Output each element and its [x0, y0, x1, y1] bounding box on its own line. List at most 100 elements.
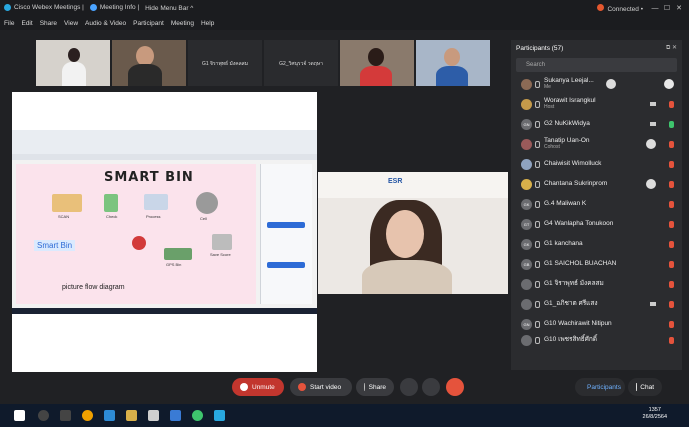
- mic-muted-icon[interactable]: [669, 336, 674, 344]
- save-score-image: [212, 234, 232, 250]
- participant-row[interactable]: Chaiwisit Wimolluck: [511, 154, 682, 174]
- menu-audio-video[interactable]: Audio & Video: [85, 20, 126, 27]
- participant-body: [436, 66, 468, 86]
- windows-start-icon[interactable]: [14, 410, 25, 421]
- webex-taskbar-icon[interactable]: [214, 410, 225, 421]
- chrome-icon[interactable]: [82, 410, 93, 421]
- bin-image: [132, 236, 146, 250]
- participants-panel: Participants (57) ⧉ ✕ Search Sukanya Lee…: [511, 40, 682, 370]
- file-explorer-icon[interactable]: [126, 410, 137, 421]
- participant-row[interactable]: G1_อภิชาต ศรีแสง: [511, 294, 682, 314]
- mic-active-icon[interactable]: [669, 120, 674, 128]
- connection-status[interactable]: Connected •: [597, 3, 643, 13]
- participant-row[interactable]: GK G.4 Maliwan K: [511, 194, 682, 214]
- mic-muted-icon[interactable]: [669, 180, 674, 188]
- mic-muted-icon[interactable]: [669, 100, 674, 108]
- reactions-button[interactable]: [400, 378, 418, 396]
- participant-name: G1_อภิชาต ศรีแสง: [544, 299, 598, 307]
- participant-row[interactable]: Chantana Sukrinprom: [511, 174, 682, 194]
- participant-row[interactable]: G1 จิราพุทธ์ มังคลสม: [511, 274, 682, 294]
- node-scan: SCAN: [58, 214, 70, 219]
- meeting-info-button[interactable]: Meeting Info |: [89, 4, 139, 12]
- start-video-button[interactable]: Start video: [290, 378, 352, 396]
- video-thumbnail[interactable]: [340, 40, 414, 86]
- unmute-button[interactable]: Unmute: [232, 378, 284, 396]
- side-panel-button[interactable]: [267, 262, 305, 268]
- edge-icon[interactable]: [104, 410, 115, 421]
- participant-row[interactable]: GN G2 NuKikWidya: [511, 114, 682, 134]
- shared-powerpoint-window: SMART BIN SCAN Check Process Cell GPS Bi…: [12, 130, 317, 314]
- video-thumbnail[interactable]: [112, 40, 186, 86]
- mic-muted-icon[interactable]: [669, 320, 674, 328]
- video-thumbnail[interactable]: G2_วิศนุรวจ์ วดฤษา: [264, 40, 338, 86]
- participant-name: G.4 Maliwan K: [544, 199, 587, 207]
- participant-video: [368, 48, 384, 66]
- participant-row[interactable]: Sukanya Leejal... Me: [511, 74, 682, 94]
- app-icon[interactable]: [170, 410, 181, 421]
- hide-menu-bar-button[interactable]: Hide Menu Bar ^: [145, 5, 193, 12]
- menu-view[interactable]: View: [64, 20, 78, 27]
- mic-muted-icon[interactable]: [669, 140, 674, 148]
- node-gps: GPS Bin: [166, 262, 182, 267]
- side-panel-button[interactable]: [267, 222, 305, 228]
- avatar: [521, 278, 532, 290]
- mic-muted-icon[interactable]: [669, 220, 674, 228]
- panel-options-icon[interactable]: ⧉ ✕: [666, 44, 677, 52]
- participant-row[interactable]: Worawit Israngkul Host: [511, 94, 682, 114]
- mic-muted-icon[interactable]: [669, 280, 674, 288]
- mic-muted-icon[interactable]: [669, 160, 674, 168]
- participant-row[interactable]: GB G1 SAICHOL BUACHAN: [511, 254, 682, 274]
- slide-subtitle: picture flow diagram: [62, 284, 125, 291]
- mic-icon: [535, 320, 540, 328]
- participant-body: [360, 66, 392, 86]
- leave-meeting-button[interactable]: [446, 378, 464, 396]
- minimize-button[interactable]: —: [649, 5, 661, 12]
- menu-help[interactable]: Help: [201, 20, 214, 27]
- shared-taskbar: [12, 308, 317, 314]
- participant-row[interactable]: GK G1 kanchana: [511, 234, 682, 254]
- video-thumbnail[interactable]: G1 จิราพุทธ์ มังคลสม: [188, 40, 262, 86]
- ppt-toolbar: [12, 154, 317, 160]
- participant-name: Sukanya Leejal...: [544, 76, 594, 84]
- mute-icon[interactable]: [664, 79, 674, 89]
- active-speaker-video[interactable]: ESR: [318, 172, 508, 294]
- avatar: [521, 178, 532, 190]
- participant-name: G4 Wanlapha Tonukoon: [544, 219, 614, 227]
- store-icon[interactable]: [148, 410, 159, 421]
- system-clock[interactable]: 1357 26/8/2564: [643, 407, 667, 421]
- menu-share[interactable]: Share: [40, 20, 57, 27]
- participant-search-input[interactable]: Search: [516, 58, 677, 72]
- participants-title: Participants (57): [516, 44, 564, 52]
- mic-muted-icon[interactable]: [669, 200, 674, 208]
- video-thumbnail[interactable]: [36, 40, 110, 86]
- windows-taskbar: 1357 26/8/2564: [0, 404, 689, 427]
- mic-muted-icon[interactable]: [669, 260, 674, 268]
- participant-row[interactable]: GT G4 Wanlapha Tonukoon: [511, 214, 682, 234]
- maximize-button[interactable]: ☐: [661, 4, 673, 12]
- video-thumbnail[interactable]: [416, 40, 490, 86]
- mic-icon: [535, 160, 540, 168]
- participant-role: Me: [544, 83, 551, 90]
- participant-row[interactable]: G10 เพชรสิทธิ์ศักดิ์: [511, 334, 682, 346]
- mic-icon: [535, 280, 540, 288]
- mic-muted-icon[interactable]: [669, 300, 674, 308]
- chat-button[interactable]: Chat: [628, 378, 662, 396]
- menu-meeting[interactable]: Meeting: [171, 20, 194, 27]
- menu-participant[interactable]: Participant: [133, 20, 164, 27]
- avatar: [521, 98, 532, 110]
- shared-screen[interactable]: SMART BIN SCAN Check Process Cell GPS Bi…: [12, 92, 317, 372]
- participant-row[interactable]: GN G10 Wachirawit Nitipun: [511, 314, 682, 334]
- avatar: GB: [521, 258, 532, 270]
- task-view-icon[interactable]: [60, 410, 71, 421]
- close-button[interactable]: ✕: [673, 4, 685, 12]
- line-icon[interactable]: [192, 410, 203, 421]
- menu-edit[interactable]: Edit: [21, 20, 32, 27]
- menu-file[interactable]: File: [4, 20, 14, 27]
- node-cell: Cell: [200, 216, 207, 221]
- mic-muted-icon[interactable]: [669, 240, 674, 248]
- search-icon[interactable]: [38, 410, 49, 421]
- share-button[interactable]: Share: [356, 378, 394, 396]
- more-options-button[interactable]: [422, 378, 440, 396]
- participant-row[interactable]: Tanatip Uan-On Cohost: [511, 134, 682, 154]
- participants-button[interactable]: Participants: [575, 378, 625, 396]
